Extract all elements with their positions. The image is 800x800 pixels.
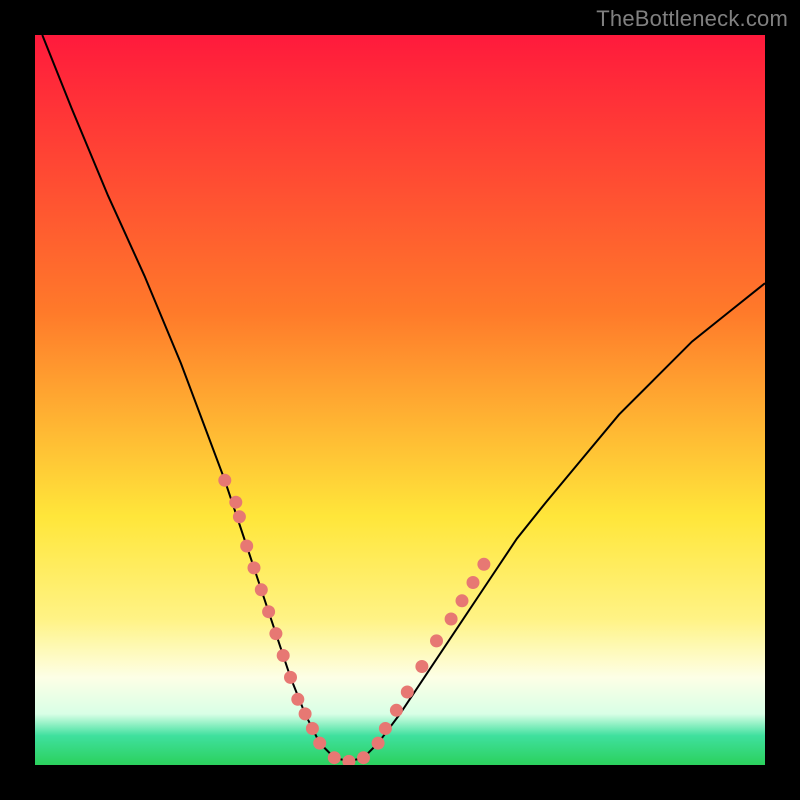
sample-dot bbox=[218, 474, 231, 487]
sample-dot bbox=[477, 558, 490, 571]
sample-dot bbox=[390, 704, 403, 717]
sample-dot bbox=[306, 722, 319, 735]
sample-dot bbox=[262, 605, 275, 618]
plot-area bbox=[35, 35, 765, 765]
sample-dot bbox=[456, 594, 469, 607]
bottleneck-chart bbox=[35, 35, 765, 765]
sample-dot bbox=[248, 561, 261, 574]
chart-frame: TheBottleneck.com bbox=[0, 0, 800, 800]
sample-dot bbox=[467, 576, 480, 589]
sample-dot bbox=[430, 634, 443, 647]
sample-dot bbox=[229, 496, 242, 509]
gradient-bg bbox=[35, 35, 765, 765]
sample-dot bbox=[445, 613, 458, 626]
sample-dot bbox=[379, 722, 392, 735]
sample-dot bbox=[269, 627, 282, 640]
sample-dot bbox=[291, 693, 304, 706]
sample-dot bbox=[401, 686, 414, 699]
sample-dot bbox=[299, 707, 312, 720]
sample-dot bbox=[415, 660, 428, 673]
sample-dot bbox=[284, 671, 297, 684]
sample-dot bbox=[313, 737, 326, 750]
sample-dot bbox=[357, 751, 370, 764]
sample-dot bbox=[255, 583, 268, 596]
sample-dot bbox=[240, 540, 253, 553]
sample-dot bbox=[277, 649, 290, 662]
watermark-text: TheBottleneck.com bbox=[596, 6, 788, 32]
sample-dot bbox=[233, 510, 246, 523]
sample-dot bbox=[328, 751, 341, 764]
sample-dot bbox=[372, 737, 385, 750]
